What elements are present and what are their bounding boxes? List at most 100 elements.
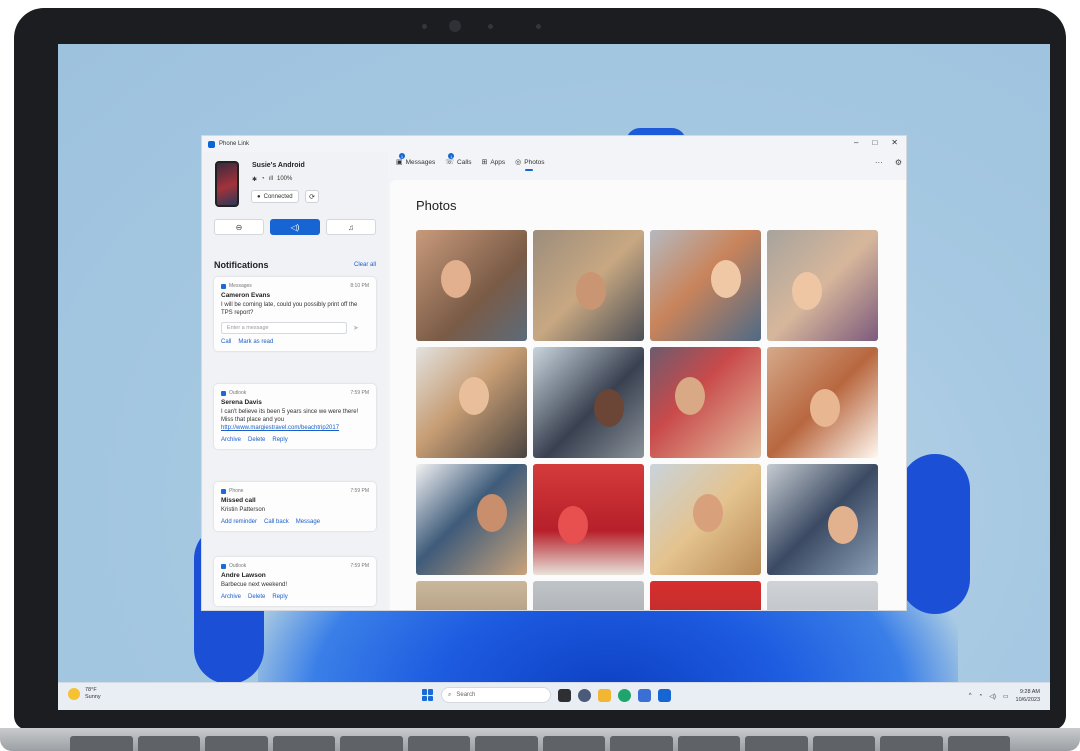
tab-calls[interactable]: ☏ 1 Calls [445, 153, 471, 170]
archive-action[interactable]: Archive [221, 437, 241, 443]
message-action[interactable]: Message [296, 519, 320, 525]
wifi-icon[interactable]: ◔ [979, 693, 983, 699]
apps-icon: ⊞ [481, 159, 488, 166]
photo-thumbnail[interactable] [533, 347, 644, 458]
notification-app: Messages [229, 283, 252, 289]
device-name: Susie's Android [252, 162, 305, 169]
photo-subject [558, 506, 588, 544]
notification-sender: Serena Davis [221, 399, 262, 406]
photo-thumbnail[interactable] [416, 230, 527, 341]
delete-action[interactable]: Delete [248, 594, 265, 600]
notification-card[interactable]: Messages 8:10 PM Cameron Evans I will be… [214, 277, 376, 351]
photo-thumbnail[interactable] [533, 464, 644, 575]
sensor-dot [422, 24, 427, 29]
laptop-frame: Phone Link – □ ✕ Susie's Android ✱ ◔ ıll… [14, 8, 1066, 730]
phone-app-icon [221, 488, 226, 494]
check-circle-icon: ● [257, 193, 261, 200]
volume-icon[interactable]: ◁) [989, 693, 996, 700]
notification-card[interactable]: Outlook 7:59 PM Serena Davis I can't bel… [214, 384, 376, 449]
taskbar: 78°F Sunny ⌕ Search ^ ◔ ◁) ▭ 9:28 AM 10/… [58, 682, 1050, 710]
keyboard-key [880, 736, 943, 751]
photo-thumbnail[interactable] [650, 230, 761, 341]
battery-level: 100% [277, 176, 293, 182]
search-icon: ⌕ [448, 691, 452, 698]
weather-widget[interactable]: 78°F Sunny [68, 687, 101, 701]
chat-icon[interactable] [578, 688, 591, 702]
more-options-icon[interactable]: ··· [875, 158, 883, 167]
notification-body: I will be coming late, could you possibl… [221, 302, 358, 316]
store-icon[interactable] [638, 688, 651, 702]
wallpaper-bloom-right [900, 454, 970, 614]
photo-thumbnail[interactable] [767, 347, 878, 458]
wifi-icon: ◔ [261, 176, 265, 182]
notification-time: 7:59 PM [350, 563, 369, 569]
photo-thumbnail[interactable] [767, 581, 878, 610]
system-tray: ^ ◔ ◁) ▭ 9:28 AM 10/6/2023 [969, 688, 1040, 704]
file-explorer-icon[interactable] [598, 688, 611, 702]
edge-icon[interactable] [618, 688, 631, 702]
call-action[interactable]: Call [221, 339, 231, 345]
photo-thumbnail[interactable] [416, 464, 527, 575]
outlook-app-icon [221, 563, 226, 569]
notification-link[interactable]: http://www.margiestravel.com/beachtrip20… [221, 424, 369, 432]
minimize-button[interactable]: – [854, 138, 858, 147]
notification-app: Outlook [229, 390, 247, 396]
reply-action[interactable]: Reply [272, 594, 287, 600]
maximize-button[interactable]: □ [872, 138, 877, 147]
notification-app: Outlook [229, 563, 247, 569]
photo-thumbnail[interactable] [416, 581, 527, 610]
title-bar[interactable]: Phone Link – □ ✕ [202, 136, 906, 152]
mark-as-read-action[interactable]: Mark as read [238, 339, 273, 345]
photo-subject [594, 389, 624, 427]
sync-button[interactable]: ⟳ [305, 190, 319, 203]
search-input[interactable]: ⌕ Search [441, 687, 551, 703]
connection-status[interactable]: ● Connected [251, 190, 299, 203]
photo-thumbnail[interactable] [650, 581, 761, 610]
keyboard-key [407, 736, 470, 751]
add-reminder-action[interactable]: Add reminder [221, 519, 257, 525]
audio-button[interactable]: ◁) [270, 219, 320, 235]
clock[interactable]: 9:28 AM 10/6/2023 [1016, 688, 1040, 704]
notification-time: 8:10 PM [350, 283, 369, 289]
weather-description: Sunny [85, 694, 101, 700]
notification-sender: Andre Lawson [221, 572, 266, 579]
photo-thumbnail[interactable] [767, 464, 878, 575]
photo-thumbnail[interactable] [650, 347, 761, 458]
photo-thumbnail[interactable] [416, 347, 527, 458]
music-button[interactable]: ♫ [326, 219, 376, 235]
clear-all-link[interactable]: Clear all [354, 262, 376, 268]
send-icon[interactable]: ➤ [353, 324, 359, 332]
phone-link-taskbar-icon[interactable] [658, 688, 671, 702]
reply-input[interactable]: Enter a message [221, 322, 347, 334]
tab-label: Photos [524, 158, 545, 166]
photo-thumbnail[interactable] [533, 230, 644, 341]
settings-icon[interactable]: ⚙ [895, 158, 902, 167]
call-back-action[interactable]: Call back [264, 519, 289, 525]
page-title: Photos [416, 198, 457, 213]
tab-apps[interactable]: ⊞ Apps [481, 158, 505, 170]
start-icon[interactable] [422, 689, 434, 701]
do-not-disturb-button[interactable]: ⊖ [214, 219, 264, 235]
archive-action[interactable]: Archive [221, 594, 241, 600]
tab-messages[interactable]: ▣ 1 Messages [396, 153, 435, 170]
photo-thumbnail[interactable] [650, 464, 761, 575]
task-view-icon[interactable] [558, 688, 571, 702]
delete-action[interactable]: Delete [248, 437, 265, 443]
notifications-heading: Notifications [214, 260, 269, 270]
battery-icon[interactable]: ▭ [1003, 693, 1009, 700]
photo-subject [810, 389, 840, 427]
photo-thumbnail[interactable] [533, 581, 644, 610]
photo-subject [693, 494, 723, 532]
notification-card[interactable]: Outlook 7:59 PM Andre Lawson Barbecue ne… [214, 557, 376, 606]
notification-card[interactable]: Phone 7:59 PM Missed call Kristin Patter… [214, 482, 376, 531]
close-button[interactable]: ✕ [891, 138, 898, 147]
keyboard-key [272, 736, 335, 751]
tab-photos[interactable]: ◎ Photos [515, 158, 545, 171]
chevron-up-icon[interactable]: ^ [969, 693, 972, 699]
webcam [449, 20, 461, 32]
photo-thumbnail[interactable] [767, 230, 878, 341]
tab-label: Apps [490, 158, 506, 166]
notification-app: Phone [229, 488, 244, 494]
search-placeholder: Search [456, 692, 476, 698]
reply-action[interactable]: Reply [272, 437, 287, 443]
